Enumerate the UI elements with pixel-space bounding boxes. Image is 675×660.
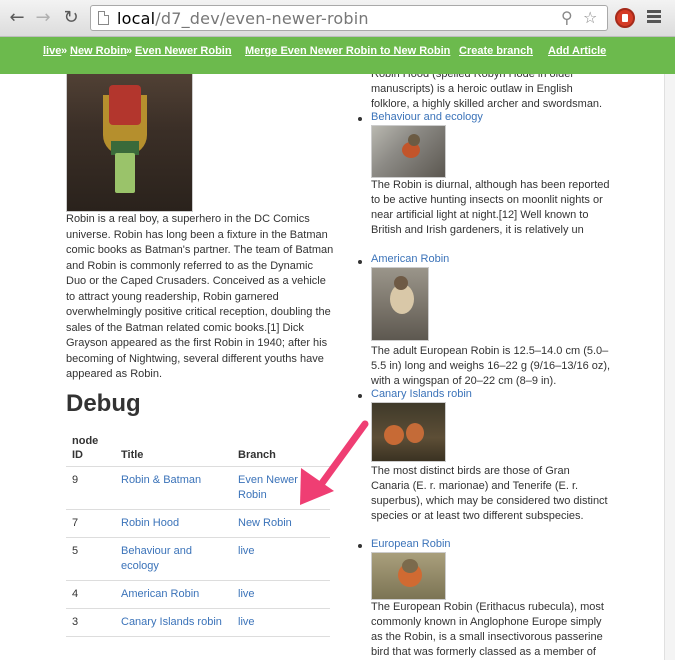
node-id-cell: 9	[66, 466, 115, 510]
add-article-link[interactable]: Add Article	[548, 45, 606, 57]
robin-hood-summary: Robin Hood (spelled Robyn Hode in older …	[371, 74, 603, 110]
title-link[interactable]: American Robin	[115, 580, 232, 609]
table-row: 9 Robin & Batman Even Newer Robin	[66, 466, 330, 510]
address-bar[interactable]: local/d7_dev/even-newer-robin ⚲ ☆	[90, 5, 608, 31]
workflow-toolbar: live » New Robin » Even Newer Robin Merg…	[0, 37, 675, 74]
page-content: Robin is a real boy, a superhero in the …	[0, 74, 675, 660]
node-id-cell: 5	[66, 537, 115, 581]
european-robin-image	[371, 552, 446, 600]
article-summary-european: The European Robin (Erithacus rubecula),…	[371, 601, 604, 658]
article-summary-american: The adult European Robin is 12.5–14.0 cm…	[371, 345, 611, 387]
branch-link[interactable]: New Robin	[232, 509, 330, 538]
article-link-behaviour[interactable]: Behaviour and ecology	[371, 111, 483, 123]
breadcrumb-new-robin[interactable]: New Robin	[70, 45, 127, 57]
column-header-title: Title	[115, 430, 232, 467]
list-bullet	[358, 394, 362, 398]
page-scrollbar[interactable]	[664, 74, 675, 660]
merge-branch-link[interactable]: Merge Even Newer Robin to New Robin	[245, 45, 450, 57]
browser-toolbar: ← → ↻ local/d7_dev/even-newer-robin ⚲ ☆	[0, 0, 675, 37]
article-summary-canary: The most distinct birds are those of Gra…	[371, 465, 608, 522]
breadcrumb-separator: »	[61, 45, 68, 57]
search-icon[interactable]: ⚲	[561, 9, 573, 27]
branch-link[interactable]: live	[232, 580, 330, 609]
breadcrumb-separator: »	[126, 45, 133, 57]
star-icon[interactable]: ☆	[583, 9, 597, 27]
list-bullet	[358, 260, 362, 264]
list-bullet	[358, 544, 362, 548]
menu-icon[interactable]	[647, 10, 661, 24]
table-header-row: node ID Title Branch	[66, 430, 330, 467]
article-summary-behaviour: The Robin is diurnal, although has been …	[371, 179, 610, 236]
url-text[interactable]: local/d7_dev/even-newer-robin	[117, 9, 369, 28]
list-bullet	[358, 117, 362, 121]
reload-icon[interactable]: ↻	[60, 7, 82, 29]
branch-link[interactable]: live	[232, 537, 330, 581]
article-link-european[interactable]: European Robin	[371, 538, 451, 550]
table-row: 3 Canary Islands robin live	[66, 608, 330, 637]
table-row: 4 American Robin live	[66, 580, 330, 609]
node-id-cell: 3	[66, 608, 115, 637]
branch-link[interactable]: Even Newer Robin	[232, 466, 330, 510]
title-link[interactable]: Canary Islands robin	[115, 608, 232, 637]
title-link[interactable]: Robin Hood	[115, 509, 232, 538]
article-link-american[interactable]: American Robin	[371, 253, 449, 265]
back-arrow-icon[interactable]: ←	[6, 7, 28, 29]
page-icon	[98, 11, 109, 25]
title-link[interactable]: Robin & Batman	[115, 466, 232, 510]
debug-heading: Debug	[66, 390, 141, 417]
robin-on-hand-image	[371, 125, 446, 178]
column-header-branch: Branch	[232, 430, 330, 467]
table-row: 7 Robin Hood New Robin	[66, 509, 330, 538]
node-id-cell: 7	[66, 509, 115, 538]
article-link-canary[interactable]: Canary Islands robin	[371, 388, 472, 400]
robin-costume-photo	[66, 74, 193, 212]
breadcrumb-live[interactable]: live	[43, 45, 61, 57]
table-row: 5 Behaviour and ecology live	[66, 537, 330, 581]
create-branch-link[interactable]: Create branch	[459, 45, 533, 57]
american-robin-image	[371, 267, 429, 341]
article-body: Robin is a real boy, a superhero in the …	[66, 213, 334, 380]
node-id-cell: 4	[66, 580, 115, 609]
column-header-node-id: node ID	[66, 430, 115, 467]
title-link[interactable]: Behaviour and ecology	[115, 537, 232, 581]
breadcrumb-even-newer-robin[interactable]: Even Newer Robin	[135, 45, 232, 57]
extension-stop-icon[interactable]	[615, 8, 635, 28]
branch-link[interactable]: live	[232, 608, 330, 637]
debug-table: node ID Title Branch 9 Robin & Batman Ev…	[66, 430, 330, 637]
forward-arrow-icon[interactable]: →	[32, 7, 54, 29]
canary-islands-robin-image	[371, 402, 446, 462]
